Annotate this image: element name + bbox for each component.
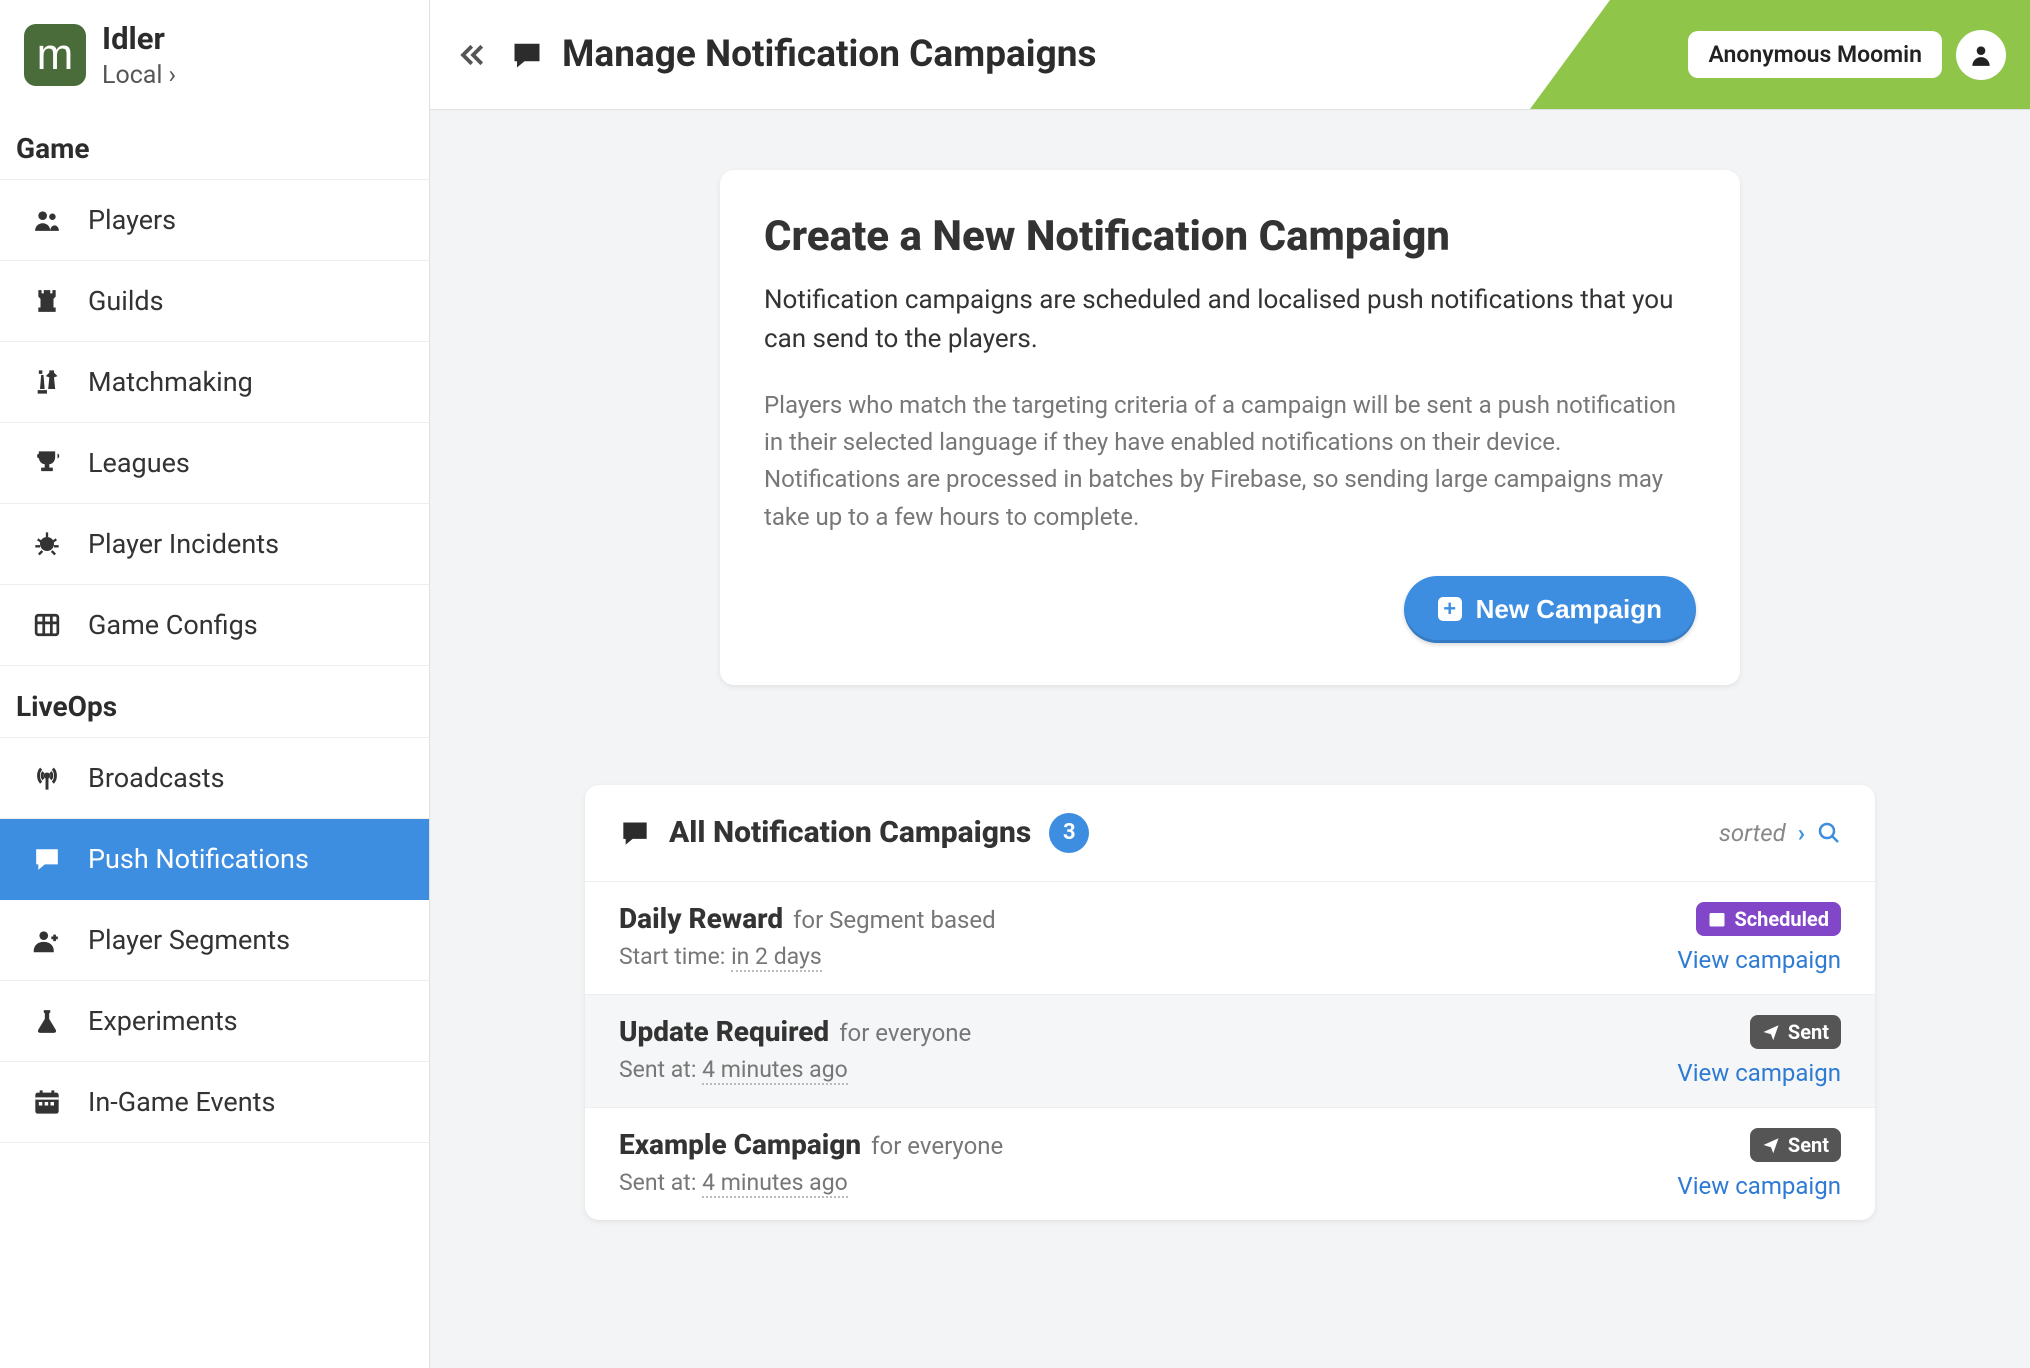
antenna-icon	[30, 763, 64, 793]
page-title: Manage Notification Campaigns	[562, 33, 1096, 76]
sidebar-item-label: Players	[88, 204, 176, 236]
campaign-meta-value: 4 minutes ago	[702, 1056, 848, 1085]
list-header-tools: sorted ›	[1719, 819, 1841, 847]
collapse-sidebar-icon[interactable]	[458, 40, 488, 70]
search-icon[interactable]	[1817, 821, 1841, 845]
sidebar-item-label: Leagues	[88, 447, 190, 479]
section-label-liveops: LiveOps	[0, 666, 429, 737]
campaign-row: Example Campaign for everyone Sent at: 4 m…	[585, 1107, 1875, 1220]
list-title: All Notification Campaigns	[669, 815, 1031, 850]
page-title-wrap: Manage Notification Campaigns	[510, 33, 1096, 76]
sorted-label: sorted	[1719, 819, 1786, 847]
sidebar-item-leagues[interactable]: Leagues	[0, 423, 429, 504]
campaign-row: Daily Reward for Segment based Start time:…	[585, 881, 1875, 994]
topbar: Manage Notification Campaigns Anonymous …	[430, 0, 2030, 110]
sidebar-header: m Idler Local ›	[0, 0, 429, 108]
campaign-meta: Start time: in 2 days	[619, 943, 1841, 970]
campaign-target: for Segment based	[793, 906, 996, 934]
campaign-meta: Sent at: 4 minutes ago	[619, 1169, 1841, 1196]
sidebar-item-label: Broadcasts	[88, 762, 225, 794]
campaign-meta-value: 4 minutes ago	[702, 1169, 848, 1198]
sidebar-item-label: Push Notifications	[88, 843, 309, 875]
sidebar-item-experiments[interactable]: Experiments	[0, 981, 429, 1062]
plus-icon: +	[1438, 597, 1462, 621]
campaign-name: Update Required	[619, 1015, 829, 1048]
campaign-meta: Sent at: 4 minutes ago	[619, 1056, 1841, 1083]
calendar-icon	[30, 1088, 64, 1116]
content: Create a New Notification Campaign Notif…	[430, 110, 2030, 1220]
user-plus-icon	[30, 927, 64, 953]
app-name: Idler	[102, 20, 176, 57]
sidebar-item-segments[interactable]: Player Segments	[0, 900, 429, 981]
status-badge: Sent	[1750, 1128, 1841, 1162]
user-avatar-icon	[1956, 30, 2006, 80]
campaign-row: Update Required for everyone Sent at: 4 mi…	[585, 994, 1875, 1107]
sidebar-item-label: Player Segments	[88, 924, 290, 956]
chevron-right-icon[interactable]: ›	[1798, 819, 1805, 847]
rook-icon	[30, 286, 64, 316]
sidebar-item-events[interactable]: In-Game Events	[0, 1062, 429, 1143]
create-campaign-card: Create a New Notification Campaign Notif…	[720, 170, 1740, 685]
sidebar-item-players[interactable]: Players	[0, 179, 429, 261]
env-selector[interactable]: Local ›	[102, 61, 176, 90]
count-badge: 3	[1049, 813, 1089, 853]
sidebar-item-broadcasts[interactable]: Broadcasts	[0, 737, 429, 819]
create-description: Players who match the targeting criteria…	[764, 387, 1696, 536]
sidebar-item-configs[interactable]: Game Configs	[0, 585, 429, 666]
app-logo: m	[24, 24, 86, 86]
app-root: m Idler Local › Game Players Guilds Matchm…	[0, 0, 2030, 1368]
new-campaign-button[interactable]: + New Campaign	[1404, 576, 1696, 643]
sidebar-item-label: Matchmaking	[88, 366, 253, 398]
view-campaign-link[interactable]: View campaign	[1677, 1059, 1841, 1087]
user-name: Anonymous Moomin	[1688, 31, 1942, 78]
sidebar-item-label: Guilds	[88, 285, 164, 317]
status-badge: Scheduled	[1696, 902, 1841, 936]
flask-icon	[30, 1006, 64, 1036]
env-label: Local	[102, 61, 163, 90]
speech-icon	[510, 40, 544, 70]
view-campaign-link[interactable]: View campaign	[1677, 946, 1841, 974]
create-title: Create a New Notification Campaign	[764, 212, 1696, 261]
sidebar-item-label: Game Configs	[88, 609, 258, 641]
sidebar-item-incidents[interactable]: Player Incidents	[0, 504, 429, 585]
campaign-name: Example Campaign	[619, 1128, 861, 1161]
trophy-icon	[30, 449, 64, 477]
send-icon	[1762, 1023, 1780, 1041]
sidebar-item-push[interactable]: Push Notifications	[0, 819, 429, 900]
status-badge: Sent	[1750, 1015, 1841, 1049]
create-subtitle: Notification campaigns are scheduled and…	[764, 281, 1696, 359]
list-header: All Notification Campaigns 3 sorted ›	[585, 785, 1875, 881]
campaign-target: for everyone	[871, 1132, 1003, 1160]
user-menu[interactable]: Anonymous Moomin	[1688, 30, 2006, 80]
view-campaign-link[interactable]: View campaign	[1677, 1172, 1841, 1200]
campaign-meta-value: in 2 days	[731, 943, 822, 972]
sidebar-item-label: In-Game Events	[88, 1086, 275, 1118]
bug-icon	[30, 530, 64, 558]
sidebar-item-matchmaking[interactable]: Matchmaking	[0, 342, 429, 423]
chess-icon	[30, 367, 64, 397]
speech-icon	[619, 819, 651, 847]
main: Manage Notification Campaigns Anonymous …	[430, 0, 2030, 1368]
campaign-name: Daily Reward	[619, 902, 783, 935]
grid-icon	[30, 612, 64, 638]
users-icon	[30, 207, 64, 233]
section-label-game: Game	[0, 108, 429, 179]
new-campaign-label: New Campaign	[1476, 594, 1662, 625]
campaign-target: for everyone	[839, 1019, 971, 1047]
speech-icon	[30, 846, 64, 872]
calendar-icon	[1708, 910, 1726, 928]
campaigns-list-card: All Notification Campaigns 3 sorted › Da…	[585, 785, 1875, 1220]
sidebar-item-label: Player Incidents	[88, 528, 279, 560]
chevron-right-icon: ›	[169, 61, 177, 90]
sidebar-item-label: Experiments	[88, 1005, 238, 1037]
sidebar: m Idler Local › Game Players Guilds Matchm…	[0, 0, 430, 1368]
send-icon	[1762, 1136, 1780, 1154]
sidebar-item-guilds[interactable]: Guilds	[0, 261, 429, 342]
